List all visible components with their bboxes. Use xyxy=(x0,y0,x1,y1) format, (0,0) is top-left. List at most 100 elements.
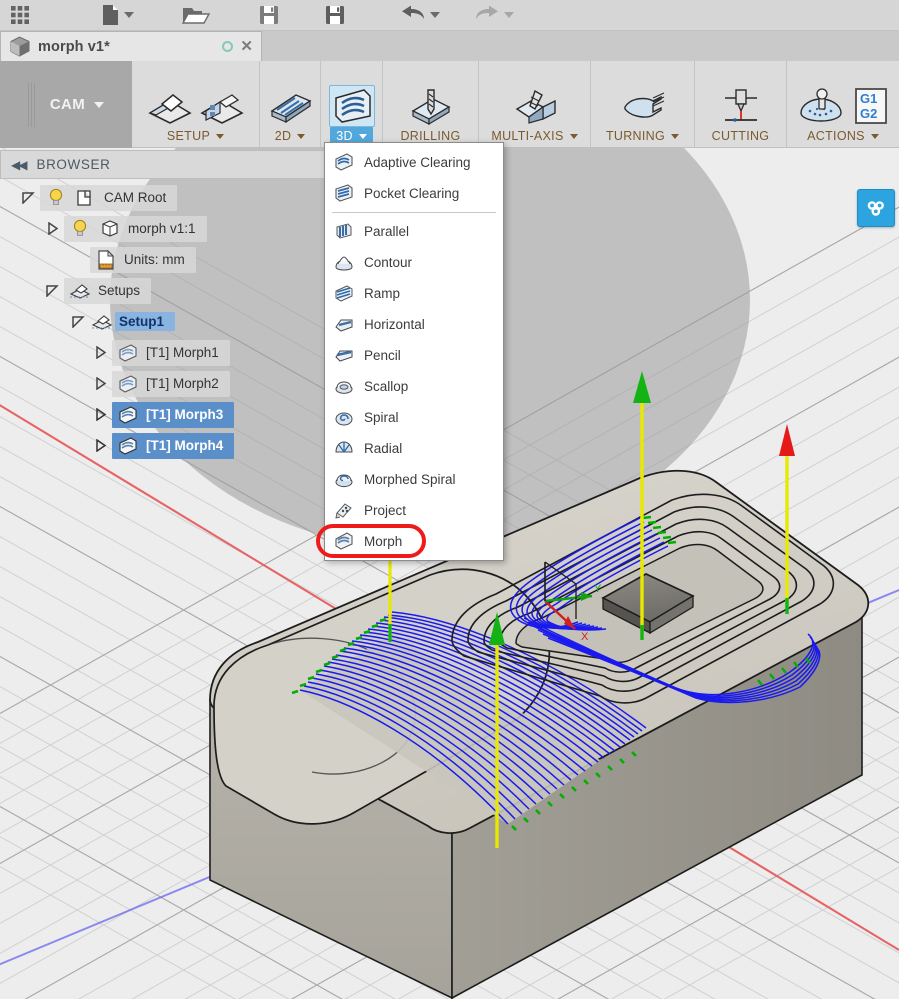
ribbon-label-cutting[interactable]: CUTTING xyxy=(706,127,776,144)
document-tab[interactable]: morph v1* ✕ xyxy=(0,31,262,61)
menu-item-label: Contour xyxy=(364,255,412,270)
tree-item-morph4[interactable]: [T1] Morph4 xyxy=(0,430,330,461)
open-folder-icon[interactable] xyxy=(176,0,216,31)
menu-item-pocket-clearing[interactable]: Pocket Clearing xyxy=(325,178,503,209)
cutting-icon[interactable] xyxy=(717,87,765,127)
open-folder-glyph xyxy=(182,4,210,26)
svg-text:X: X xyxy=(581,631,589,643)
menu-item-morphed-spiral[interactable]: Morphed Spiral xyxy=(325,464,503,495)
redo-glyph xyxy=(474,5,500,25)
collapse-arrow-icon[interactable] xyxy=(88,408,112,421)
chevron-down-icon[interactable] xyxy=(359,134,367,139)
ribbon-label-actions[interactable]: ACTIONS xyxy=(801,127,885,144)
expand-arrow-icon[interactable] xyxy=(40,284,64,297)
threed-icon[interactable] xyxy=(329,85,375,127)
tree-item-morph-body[interactable]: morph v1:1 xyxy=(0,213,330,244)
tree-item-units[interactable]: Units: mm xyxy=(0,244,330,275)
save-icon[interactable] xyxy=(252,0,286,31)
menu-item-project[interactable]: Project xyxy=(325,495,503,526)
app-grid-icon[interactable] xyxy=(0,0,36,31)
expand-arrow-icon[interactable] xyxy=(16,191,40,204)
close-icon[interactable]: ✕ xyxy=(240,39,253,54)
drilling-icon[interactable] xyxy=(407,87,455,127)
menu-item-label: Pencil xyxy=(364,348,401,363)
tree-chip[interactable]: CAM Root xyxy=(40,185,177,211)
collapse-arrow-icon[interactable] xyxy=(88,346,112,359)
tree-chip[interactable]: [T1] Morph1 xyxy=(112,340,230,366)
menu-item-label: Adaptive Clearing xyxy=(364,155,471,170)
light-bulb-icon[interactable] xyxy=(44,187,68,209)
morph-op-icon xyxy=(116,435,140,457)
expand-arrow-icon[interactable] xyxy=(66,315,90,328)
menu-item-morph[interactable]: Morph xyxy=(325,526,503,557)
chevron-down-icon[interactable] xyxy=(871,134,879,139)
tree-item-setup1[interactable]: Setup1 xyxy=(0,306,330,337)
tree-item-label: CAM Root xyxy=(104,190,166,205)
actions-icon[interactable] xyxy=(797,87,845,127)
collapse-arrow-icon[interactable] xyxy=(40,222,64,235)
tree-chip[interactable]: [T1] Morph2 xyxy=(112,371,230,397)
save-as-icon[interactable] xyxy=(318,0,352,31)
undo-caret[interactable] xyxy=(430,12,440,18)
tree-item-setups[interactable]: Setups xyxy=(0,275,330,306)
menu-item-label: Spiral xyxy=(364,410,399,425)
setups-icon xyxy=(68,280,92,302)
ribbon-panel-row: SETUP xyxy=(132,61,899,148)
menu-item-pencil[interactable]: Pencil xyxy=(325,340,503,371)
scallop-icon xyxy=(333,376,355,398)
tree-chip[interactable]: [T1] Morph3 xyxy=(112,402,234,428)
tree-chip[interactable]: Setup1 xyxy=(115,312,175,331)
document-unsaved-indicator[interactable] xyxy=(222,41,233,52)
tree-chip[interactable]: [T1] Morph4 xyxy=(112,433,234,459)
redo-icon[interactable] xyxy=(468,0,520,31)
chevron-down-icon[interactable] xyxy=(297,134,305,139)
menu-item-contour[interactable]: Contour xyxy=(325,247,503,278)
tree-chip[interactable]: Units: mm xyxy=(90,247,196,273)
menu-item-horizontal[interactable]: Horizontal xyxy=(325,309,503,340)
tree-item-morph3[interactable]: [T1] Morph3 xyxy=(0,399,330,430)
tree-item-label: [T1] Morph4 xyxy=(146,438,223,453)
tree-item-morph2[interactable]: [T1] Morph2 xyxy=(0,368,330,399)
undo-icon[interactable] xyxy=(394,0,446,31)
ribbon-label-setup[interactable]: SETUP xyxy=(161,127,230,144)
turning-icon[interactable] xyxy=(619,87,667,127)
morph-op-icon xyxy=(116,373,140,395)
collapse-browser-icon[interactable]: ◀◀ xyxy=(11,158,25,172)
new-file-caret[interactable] xyxy=(124,12,134,18)
ribbon-panel-drilling: DRILLING xyxy=(383,61,479,147)
browser-header[interactable]: ◀◀ BROWSER xyxy=(0,150,330,179)
chevron-down-icon[interactable] xyxy=(94,102,104,108)
ribbon-label-turning[interactable]: TURNING xyxy=(600,127,685,144)
post-process-icon[interactable]: G1 G2 xyxy=(853,87,889,127)
redo-caret[interactable] xyxy=(504,12,514,18)
tree-chip[interactable]: morph v1:1 xyxy=(64,216,207,242)
tree-chip[interactable]: Setups xyxy=(64,278,151,304)
tree-item-morph1[interactable]: [T1] Morph1 xyxy=(0,337,330,368)
menu-item-adaptive-clearing[interactable]: Adaptive Clearing xyxy=(325,147,503,178)
setup-icon[interactable] xyxy=(146,87,194,127)
multiaxis-icon[interactable] xyxy=(511,87,559,127)
chevron-down-icon[interactable] xyxy=(570,134,578,139)
ribbon-label-2d[interactable]: 2D xyxy=(269,127,312,144)
collapse-arrow-icon[interactable] xyxy=(88,439,112,452)
setup-glyph xyxy=(146,87,194,127)
menu-item-spiral[interactable]: Spiral xyxy=(325,402,503,433)
browser-tree: CAM Root morph v1:1 xyxy=(0,182,330,461)
new-file-icon[interactable] xyxy=(95,0,140,31)
tree-item-label: [T1] Morph3 xyxy=(146,407,223,422)
collapse-arrow-icon[interactable] xyxy=(88,377,112,390)
fusion-cloud-button[interactable] xyxy=(857,189,895,227)
tree-item-cam-root[interactable]: CAM Root xyxy=(0,182,330,213)
body-cube-icon xyxy=(98,218,122,240)
chevron-down-icon[interactable] xyxy=(216,134,224,139)
light-bulb-icon[interactable] xyxy=(68,218,92,240)
menu-item-parallel[interactable]: Parallel xyxy=(325,216,503,247)
menu-item-scallop[interactable]: Scallop xyxy=(325,371,503,402)
menu-item-radial[interactable]: Radial xyxy=(325,433,503,464)
twod-icon[interactable] xyxy=(266,87,314,127)
document-tab-bar: morph v1* ✕ xyxy=(0,31,899,61)
workspace-selector[interactable]: CAM xyxy=(0,61,132,148)
chevron-down-icon[interactable] xyxy=(671,134,679,139)
setup-from-stock-icon[interactable] xyxy=(198,87,246,127)
menu-item-ramp[interactable]: Ramp xyxy=(325,278,503,309)
